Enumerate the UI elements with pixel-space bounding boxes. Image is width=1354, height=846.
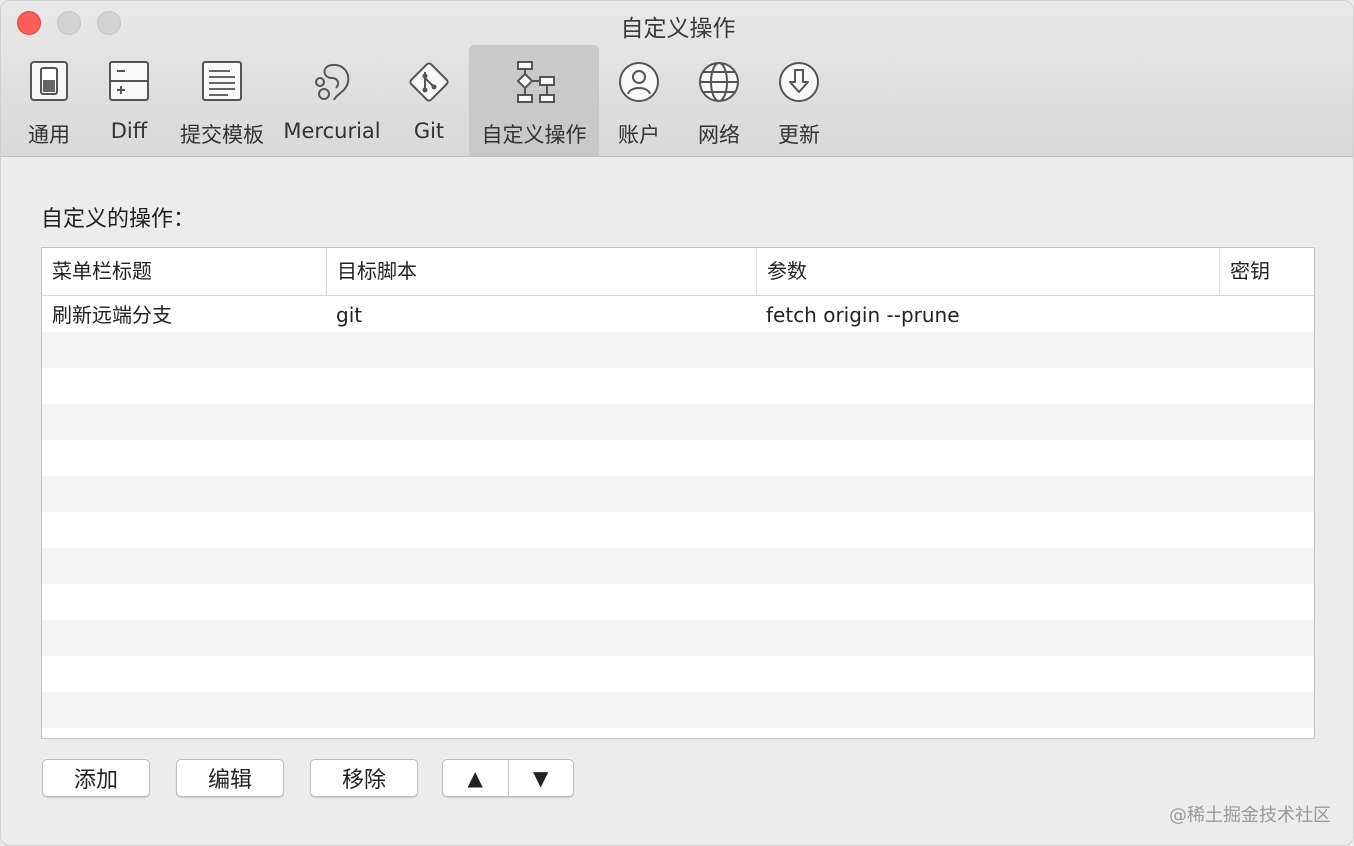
table-body: 刷新远端分支 git fetch origin --prune xyxy=(42,296,1314,728)
tab-diff[interactable]: Diff xyxy=(93,45,165,156)
download-icon xyxy=(779,62,819,102)
move-down-button[interactable]: ▼ xyxy=(509,760,574,796)
preferences-window: 自定义操作 通用 Diff 提交模板 Mercurial Git 自定义操作 账… xyxy=(0,0,1354,846)
empty-row xyxy=(42,512,1314,548)
empty-row xyxy=(42,332,1314,368)
tab-git[interactable]: Git xyxy=(393,45,465,156)
mercurial-icon xyxy=(315,64,350,101)
empty-row xyxy=(42,692,1314,728)
user-icon xyxy=(619,62,659,102)
column-header-menu-title[interactable]: 菜单栏标题 xyxy=(42,248,326,295)
add-button[interactable]: 添加 xyxy=(42,759,150,797)
tab-general[interactable]: 通用 xyxy=(13,45,85,156)
empty-row xyxy=(42,404,1314,440)
reorder-control: ▲ ▼ xyxy=(442,759,574,797)
tab-custom-actions[interactable]: 自定义操作 xyxy=(469,45,599,156)
column-header-shortcut[interactable]: 密钥 xyxy=(1219,248,1314,295)
remove-button[interactable]: 移除 xyxy=(310,759,418,797)
toolbar: 自定义操作 通用 Diff 提交模板 Mercurial Git 自定义操作 账… xyxy=(1,1,1353,157)
flowchart-icon xyxy=(516,61,555,103)
cell-shortcut xyxy=(1219,296,1229,332)
tab-mercurial[interactable]: Mercurial xyxy=(279,45,385,156)
cell-parameters: fetch origin --prune xyxy=(766,303,960,327)
tab-label: 自定义操作 xyxy=(481,123,587,147)
empty-row xyxy=(42,368,1314,404)
cell-script: git xyxy=(336,303,363,327)
window-title: 自定义操作 xyxy=(620,16,736,42)
custom-actions-table[interactable]: 菜单栏标题 目标脚本 参数 密钥 刷新远端分支 git fetch origin… xyxy=(41,247,1315,739)
tab-label: Diff xyxy=(110,119,148,143)
column-header-script[interactable]: 目标脚本 xyxy=(326,248,756,295)
column-header-parameters[interactable]: 参数 xyxy=(756,248,1219,295)
section-label: 自定义的操作： xyxy=(41,207,196,232)
tab-label: 更新 xyxy=(778,123,820,147)
tab-label: 网络 xyxy=(698,123,740,147)
watermark: @稀土掘金技术社区 xyxy=(1169,805,1331,826)
empty-row xyxy=(42,656,1314,692)
tab-network[interactable]: 网络 xyxy=(683,45,755,156)
tab-label: 通用 xyxy=(28,123,70,147)
tab-updates[interactable]: 更新 xyxy=(763,45,835,156)
cell-menu-title: 刷新远端分支 xyxy=(52,303,172,327)
empty-row xyxy=(42,548,1314,584)
globe-icon xyxy=(699,62,739,102)
tab-commit-template[interactable]: 提交模板 xyxy=(173,45,271,156)
edit-button[interactable]: 编辑 xyxy=(176,759,284,797)
git-icon xyxy=(409,62,449,102)
table-row[interactable]: 刷新远端分支 git fetch origin --prune xyxy=(42,296,1314,332)
switch-icon xyxy=(30,61,68,101)
tab-label: 账户 xyxy=(618,123,660,147)
table-header: 菜单栏标题 目标脚本 参数 密钥 xyxy=(42,248,1314,296)
tab-accounts[interactable]: 账户 xyxy=(603,45,675,156)
empty-row xyxy=(42,476,1314,512)
empty-row xyxy=(42,584,1314,620)
empty-row xyxy=(42,620,1314,656)
tab-label: Mercurial xyxy=(283,119,381,143)
tab-label: 提交模板 xyxy=(180,123,264,147)
tab-label: Git xyxy=(413,119,445,143)
empty-row xyxy=(42,440,1314,476)
document-icon xyxy=(202,61,242,101)
move-up-button[interactable]: ▲ xyxy=(443,760,508,796)
diff-icon xyxy=(109,61,149,101)
